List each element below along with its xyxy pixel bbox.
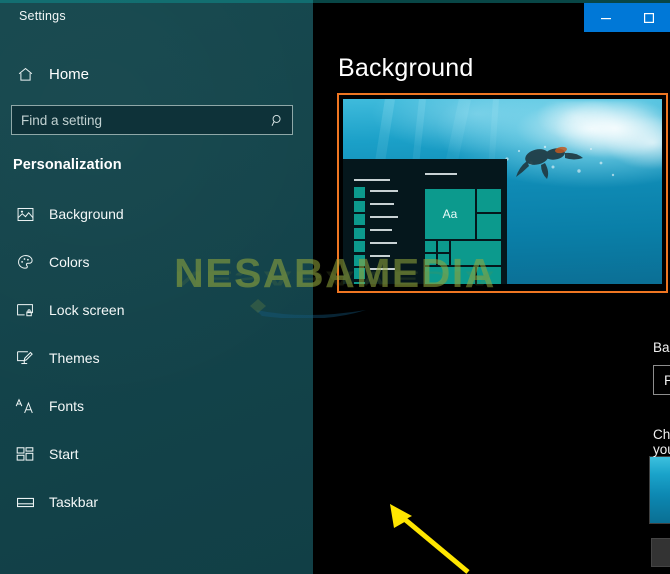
sidebar-item-fonts[interactable]: Fonts [0,382,313,430]
sidebar-item-background[interactable]: Background [0,190,313,238]
themes-brush-icon [8,350,42,366]
lock-screen-icon [8,303,42,318]
home-icon [8,66,42,83]
sidebar-item-start[interactable]: Start [0,430,313,478]
sidebar-item-themes[interactable]: Themes [0,334,313,382]
maximize-button[interactable] [627,3,670,32]
picture-thumbnail-list [649,456,670,524]
minimize-button[interactable] [584,3,627,32]
sidebar-item-fonts-label: Fonts [49,398,85,414]
sidebar-section-heading: Personalization [13,157,122,173]
app-title: Settings [19,9,66,23]
settings-window: Settings Home Personalization [0,0,670,574]
sidebar-item-home-label: Home [49,65,90,83]
background-type-value: Picture [664,372,670,388]
tile-text-aa: Aa [442,207,458,221]
sidebar-item-start-label: Start [49,446,79,462]
background-field-label: Background [653,340,670,355]
background-preview: Aa [337,93,668,293]
start-menu-preview: Aa [343,159,507,284]
search-icon[interactable] [262,106,292,134]
sidebar-item-lock-screen[interactable]: Lock screen [0,286,313,334]
sidebar-item-taskbar[interactable]: Taskbar [0,478,313,526]
main-content: Background Aa Ba P Ch yo [313,0,670,574]
picture-icon [8,207,42,222]
swimmer-figure [516,146,583,179]
sidebar-item-colors[interactable]: Colors [0,238,313,286]
page-title: Background [338,54,474,82]
title-bar-accent-strip [0,0,313,3]
browse-button[interactable]: Browse [651,538,670,567]
preview-wallpaper: Aa [343,99,662,284]
palette-icon [8,254,42,271]
sidebar-item-colors-label: Colors [49,254,90,270]
sidebar: Settings Home Personalization [0,0,313,574]
sidebar-item-home[interactable]: Home [8,57,304,91]
taskbar-icon [8,496,42,509]
sidebar-item-background-label: Background [49,206,124,222]
start-tiles-icon [8,446,42,462]
search-input[interactable] [12,106,262,134]
search-box[interactable] [11,105,293,135]
sidebar-item-themes-label: Themes [49,350,100,366]
sidebar-item-taskbar-label: Taskbar [49,494,99,510]
window-controls [584,3,670,32]
background-type-dropdown[interactable]: Picture [653,365,670,395]
fonts-aa-icon [8,398,42,415]
sidebar-item-lock-screen-label: Lock screen [49,302,125,318]
thumb-underwater[interactable] [649,456,670,524]
sidebar-nav-list: Background Colors Lock screen Themes Fon… [0,190,313,526]
